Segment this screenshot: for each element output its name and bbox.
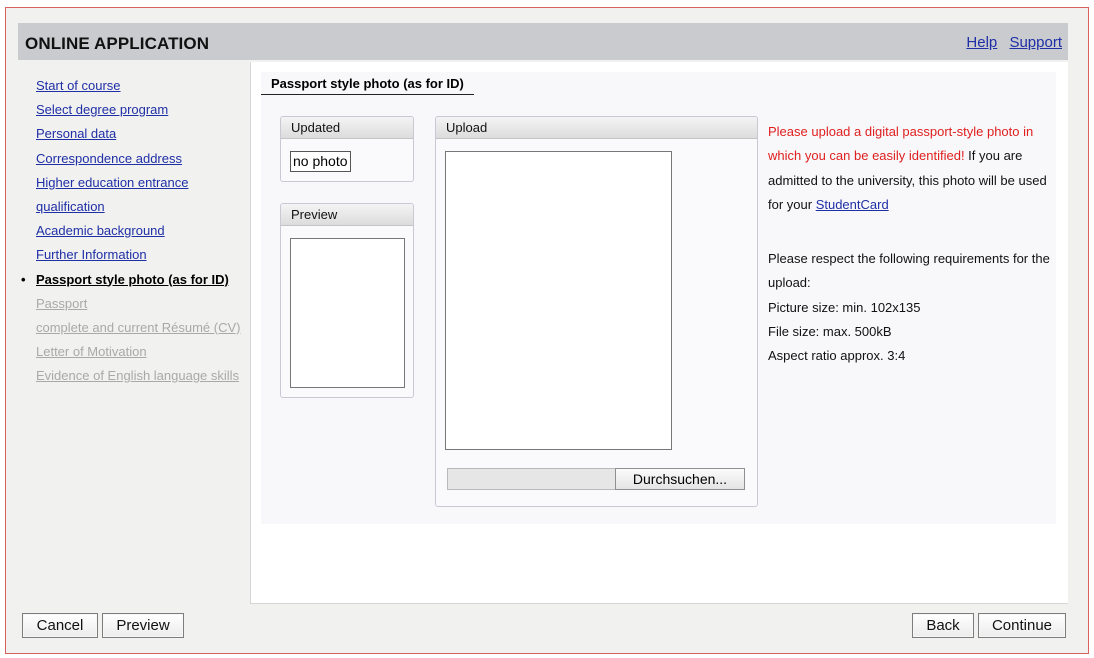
studentcard-link[interactable]: StudentCard bbox=[816, 197, 889, 212]
continue-button[interactable]: Continue bbox=[978, 613, 1066, 638]
preview-panel-heading: Preview bbox=[281, 204, 413, 226]
cancel-button[interactable]: Cancel bbox=[22, 613, 98, 638]
upload-panel-heading: Upload bbox=[436, 117, 757, 139]
requirements-intro: Please respect the following requirement… bbox=[768, 251, 1050, 291]
sidebar-item-resume: complete and current Résumé (CV) bbox=[36, 319, 241, 335]
sidebar-item-passport-photo[interactable]: • Passport style photo (as for ID) bbox=[21, 271, 240, 295]
browse-button[interactable]: Durchsuchen... bbox=[615, 468, 745, 490]
upload-panel: Upload Durchsuchen... bbox=[435, 116, 758, 507]
help-link[interactable]: Help bbox=[966, 34, 997, 51]
sidebar-item-qualification[interactable]: qualification bbox=[36, 198, 240, 222]
sidebar-item-academic-background[interactable]: Academic background bbox=[36, 222, 240, 246]
sidebar-item-further-information[interactable]: Further Information bbox=[36, 246, 240, 270]
sidebar-item-passport: Passport bbox=[36, 295, 88, 311]
sidebar-item-personal-data[interactable]: Personal data bbox=[36, 125, 240, 149]
requirement-picture-size: Picture size: min. 102x135 bbox=[768, 299, 921, 315]
sidebar: Start of course Select degree program Pe… bbox=[18, 62, 250, 607]
sidebar-nav: Start of course Select degree program Pe… bbox=[21, 77, 241, 391]
sidebar-item-select-degree-program[interactable]: Select degree program bbox=[36, 101, 240, 125]
preview-panel: Preview bbox=[280, 203, 414, 398]
requirement-aspect-ratio: Aspect ratio approx. 3:4 bbox=[768, 348, 906, 364]
header-links: Help Support bbox=[958, 34, 1062, 51]
section-tab-title: Passport style photo (as for ID) bbox=[261, 76, 474, 95]
preview-button[interactable]: Preview bbox=[102, 613, 184, 638]
active-bullet-icon: • bbox=[21, 271, 26, 287]
sidebar-item-english-skills: Evidence of English language skills bbox=[36, 368, 240, 384]
sidebar-item-start-of-course[interactable]: Start of course bbox=[36, 77, 240, 101]
updated-panel-heading: Updated bbox=[281, 117, 413, 139]
file-input[interactable]: Durchsuchen... bbox=[447, 468, 745, 490]
upload-image-box[interactable] bbox=[445, 151, 672, 450]
no-photo-label: no photo bbox=[290, 151, 351, 172]
sidebar-item-letter-of-motivation: Letter of Motivation bbox=[36, 344, 147, 360]
requirement-file-size: File size: max. 500kB bbox=[768, 324, 892, 340]
preview-image-box bbox=[290, 238, 405, 388]
main-content: Passport style photo (as for ID) Updated… bbox=[250, 62, 1068, 604]
sidebar-item-higher-education-entrance[interactable]: Higher education entrance bbox=[36, 174, 240, 198]
back-button[interactable]: Back bbox=[912, 613, 974, 638]
header-bar: ONLINE APPLICATION Help Support bbox=[18, 23, 1068, 60]
updated-panel: Updated no photo bbox=[280, 116, 414, 182]
upload-instructions: Please upload a digital passport-style p… bbox=[768, 120, 1058, 369]
support-link[interactable]: Support bbox=[1009, 34, 1062, 51]
page-title: ONLINE APPLICATION bbox=[25, 34, 210, 53]
sidebar-item-correspondence-address[interactable]: Correspondence address bbox=[36, 150, 240, 174]
